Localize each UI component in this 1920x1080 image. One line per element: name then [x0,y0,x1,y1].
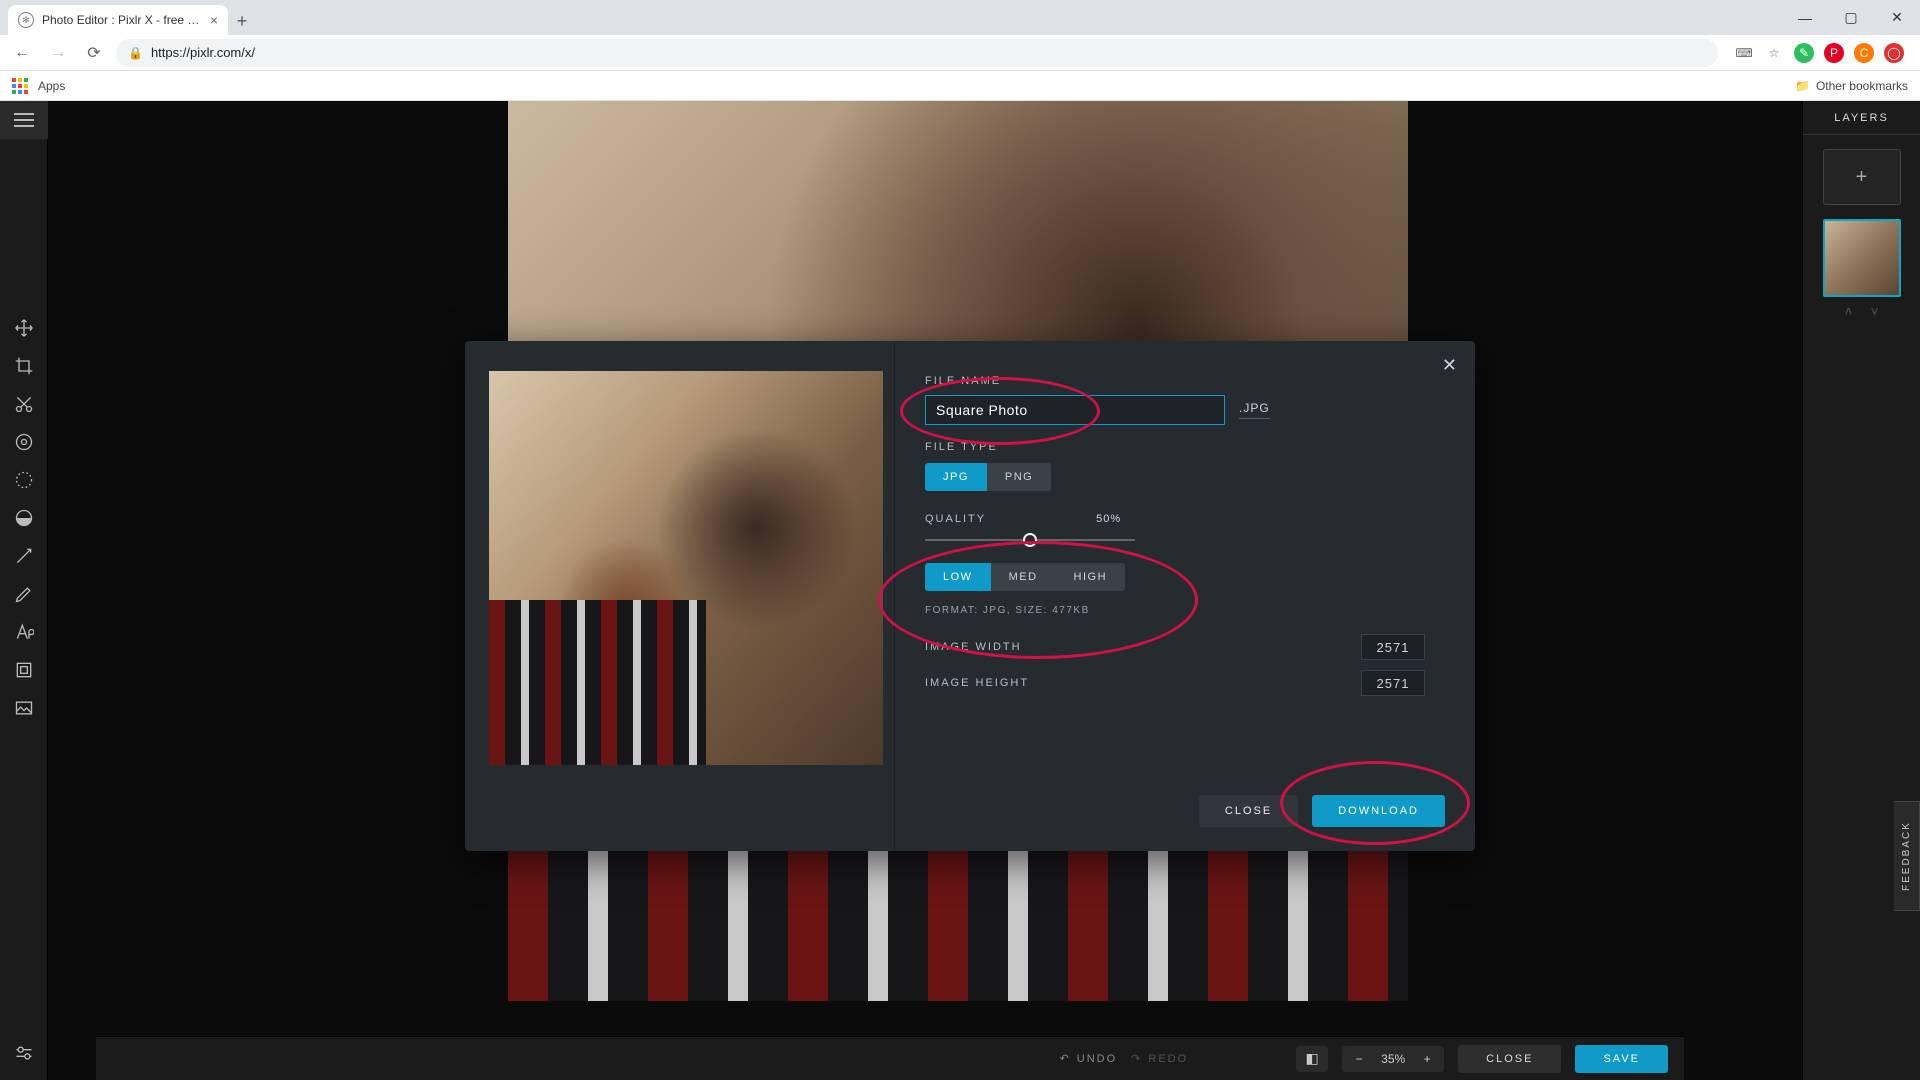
menu-button[interactable] [0,101,48,139]
profile-icon[interactable]: C [1854,43,1874,63]
bottom-save-button[interactable]: SAVE [1575,1045,1668,1073]
pixlr-favicon: ✻ [18,12,34,28]
quality-high[interactable]: HIGH [1056,563,1126,591]
layers-panel: LAYERS + ˄ ˅ [1802,101,1920,1080]
browser-tabstrip: ✻ Photo Editor : Pixlr X - free image… ×… [0,0,1920,35]
filetype-png[interactable]: PNG [987,463,1051,491]
dialog-download-button[interactable]: DOWNLOAD [1312,795,1445,827]
draw-icon[interactable] [0,575,48,613]
zoom-out-button[interactable]: − [1342,1052,1376,1066]
bookmarks-bar: Apps 📁 Other bookmarks [0,71,1920,101]
element-icon[interactable] [0,651,48,689]
quality-slider[interactable] [925,531,1135,549]
layer-up-icon[interactable]: ˄ [1844,303,1852,319]
quality-med[interactable]: MED [991,563,1056,591]
layers-title: LAYERS [1803,101,1920,135]
filename-input[interactable] [925,395,1225,425]
format-meta: FORMAT: JPG, SIZE: 477KB [925,605,1435,616]
undo-button[interactable]: ↶ UNDO [1060,1052,1118,1065]
apps-label[interactable]: Apps [38,79,65,93]
evernote-icon[interactable]: ✎ [1794,43,1814,63]
slider-thumb[interactable] [1023,533,1037,547]
filetype-segmented: JPG PNG [925,463,1435,491]
nav-reload-icon[interactable]: ⟳ [80,39,108,67]
crop-icon[interactable] [0,347,48,385]
move-icon[interactable] [0,309,48,347]
pixlr-app: ↶ UNDO ↷ REDO ◧ − 35% + CLOSE SAVE LAYER… [0,101,1920,1080]
star-icon[interactable]: ☆ [1764,43,1784,63]
heal-icon[interactable] [0,537,48,575]
layer-down-icon[interactable]: ˅ [1871,303,1879,319]
window-minimize[interactable]: — [1782,0,1828,35]
tab-title: Photo Editor : Pixlr X - free image… [42,13,202,27]
dialog-close-icon[interactable]: ✕ [1442,355,1457,376]
redo-button[interactable]: ↷ REDO [1131,1052,1188,1065]
adblock-icon[interactable]: ◯ [1884,43,1904,63]
filename-label: FILE NAME [925,375,1435,387]
translate-icon[interactable]: ⌨ [1734,43,1754,63]
url-bar[interactable]: 🔒 https://pixlr.com/x/ [116,39,1718,67]
layer-thumbnail[interactable] [1823,219,1901,297]
quality-segmented: LOW MED HIGH [925,563,1435,591]
pinterest-icon[interactable]: P [1824,43,1844,63]
liquify-icon[interactable] [0,499,48,537]
adjust-icon[interactable] [0,423,48,461]
extension-icons: ⌨ ☆ ✎ P C ◯ [1726,43,1912,63]
bottom-bar: ↶ UNDO ↷ REDO ◧ − 35% + CLOSE SAVE [96,1036,1684,1080]
new-tab-button[interactable]: + [228,7,256,35]
zoom-value: 35% [1376,1052,1410,1066]
text-icon[interactable] [0,613,48,651]
filename-extension: .JPG [1239,401,1270,419]
lock-icon: 🔒 [128,46,143,60]
layer-order-controls: ˄ ˅ [1844,303,1878,319]
browser-tab[interactable]: ✻ Photo Editor : Pixlr X - free image… × [8,5,228,35]
quality-value: 50% [1096,513,1121,525]
feedback-tab[interactable]: FEEDBACK [1894,801,1920,911]
tab-close-icon[interactable]: × [210,12,218,28]
width-value[interactable]: 2571 [1361,634,1425,660]
filetype-label: FILE TYPE [925,441,1435,453]
width-label: IMAGE WIDTH [925,641,1022,653]
window-close[interactable]: ✕ [1874,0,1920,35]
apps-icon[interactable] [12,78,28,94]
height-label: IMAGE HEIGHT [925,677,1029,689]
export-preview [465,341,895,851]
quality-low[interactable]: LOW [925,563,991,591]
left-toolbar [0,101,48,1080]
export-dialog: ✕ FILE NAME .JPG FILE TYPE JPG PNG QUALI… [465,341,1475,851]
settings-icon[interactable] [0,1034,48,1072]
cut-icon[interactable] [0,385,48,423]
image-icon[interactable] [0,689,48,727]
window-controls: — ▢ ✕ [1782,0,1920,35]
add-layer-button[interactable]: + [1823,149,1901,205]
effects-icon[interactable] [0,461,48,499]
export-form: ✕ FILE NAME .JPG FILE TYPE JPG PNG QUALI… [895,341,1475,851]
other-bookmarks[interactable]: Other bookmarks [1816,79,1908,93]
url-text: https://pixlr.com/x/ [151,45,255,60]
export-preview-image [489,371,883,765]
nav-forward-icon[interactable]: → [44,39,72,67]
nav-back-icon[interactable]: ← [8,39,36,67]
quality-label: QUALITY [925,513,986,525]
folder-icon: 📁 [1795,79,1810,93]
browser-navbar: ← → ⟳ 🔒 https://pixlr.com/x/ ⌨ ☆ ✎ P C ◯ [0,35,1920,71]
height-value[interactable]: 2571 [1361,670,1425,696]
compare-button[interactable]: ◧ [1296,1046,1328,1072]
bottom-close-button[interactable]: CLOSE [1458,1045,1561,1073]
zoom-in-button[interactable]: + [1410,1052,1444,1066]
dialog-close-button[interactable]: CLOSE [1199,795,1298,827]
window-maximize[interactable]: ▢ [1828,0,1874,35]
filetype-jpg[interactable]: JPG [925,463,987,491]
zoom-control: − 35% + [1342,1046,1444,1072]
